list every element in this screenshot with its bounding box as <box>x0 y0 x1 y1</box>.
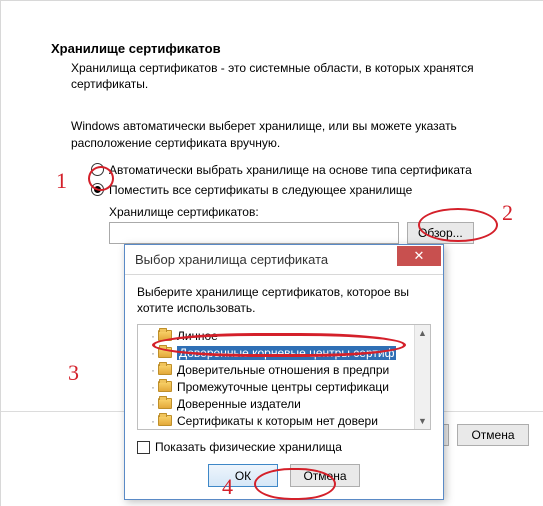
tree-item[interactable]: ·Доверенные корневые центры сертиф <box>144 344 414 361</box>
tree-item-label: Сертификаты к которым нет довери <box>177 414 378 428</box>
cancel-button[interactable]: Отмена <box>290 464 360 487</box>
store-field-row: Обзор... <box>51 222 493 244</box>
tree-item-label: Промежуточные центры сертификаци <box>177 380 389 394</box>
radio-manual-row[interactable]: Поместить все сертификаты в следующее хр… <box>91 183 493 197</box>
browse-button[interactable]: Обзор... <box>407 222 474 244</box>
radio-auto-label: Автоматически выбрать хранилище на основ… <box>109 163 472 177</box>
dialog-buttons: ОК Отмена <box>137 464 431 487</box>
store-field-label: Хранилище сертификатов: <box>51 205 493 219</box>
folder-icon <box>158 398 172 409</box>
tree-item[interactable]: ·Промежуточные центры сертификаци <box>144 378 414 395</box>
chevron-up-icon[interactable]: ▲ <box>416 325 430 341</box>
dialog-titlebar[interactable]: Выбор хранилища сертификата ✕ <box>125 245 443 275</box>
tree-item-label: Доверенные издатели <box>177 397 301 411</box>
show-physical-checkbox[interactable] <box>137 441 150 454</box>
show-physical-row[interactable]: Показать физические хранилища <box>137 440 431 454</box>
folder-icon <box>158 330 172 341</box>
tree-item[interactable]: ·Доверительные отношения в предпри <box>144 361 414 378</box>
tree-item-label: Доверительные отношения в предпри <box>177 363 389 377</box>
radio-auto[interactable] <box>91 163 104 176</box>
folder-icon <box>158 364 172 375</box>
close-icon[interactable]: ✕ <box>397 246 441 266</box>
folder-icon <box>158 415 172 426</box>
cancel-wizard-button[interactable]: Отмена <box>457 424 529 446</box>
tree-item[interactable]: ·Сертификаты к которым нет довери <box>144 412 414 429</box>
tree-items: ·Личное ·Доверенные корневые центры серт… <box>138 325 414 429</box>
wizard-description: Хранилища сертификатов - это системные о… <box>51 60 493 92</box>
show-physical-label: Показать физические хранилища <box>155 440 342 454</box>
radio-auto-row[interactable]: Автоматически выбрать хранилище на основ… <box>91 163 493 177</box>
store-selection-dialog: Выбор хранилища сертификата ✕ Выберите х… <box>124 244 444 500</box>
chevron-down-icon[interactable]: ▼ <box>416 413 430 429</box>
store-input[interactable] <box>109 222 399 244</box>
dialog-title: Выбор хранилища сертификата <box>135 252 397 267</box>
tree-item-label: Личное <box>177 329 218 343</box>
tree-item[interactable]: ·Личное <box>144 327 414 344</box>
wizard-content: Хранилище сертификатов Хранилища сертифи… <box>1 1 543 244</box>
folder-icon <box>158 347 172 358</box>
store-tree[interactable]: ·Личное ·Доверенные корневые центры серт… <box>137 324 431 430</box>
store-radio-group: Автоматически выбрать хранилище на основ… <box>51 163 493 197</box>
wizard-info-text: Windows автоматически выберет хранилище,… <box>51 118 493 150</box>
wizard-heading: Хранилище сертификатов <box>51 41 493 56</box>
ok-button[interactable]: ОК <box>208 464 278 487</box>
dialog-body: Выберите хранилище сертификатов, которое… <box>125 275 443 499</box>
dialog-text: Выберите хранилище сертификатов, которое… <box>137 285 431 316</box>
folder-icon <box>158 381 172 392</box>
tree-item[interactable]: ·Доверенные издатели <box>144 395 414 412</box>
tree-item-label: Доверенные корневые центры сертиф <box>177 346 396 360</box>
radio-manual-label: Поместить все сертификаты в следующее хр… <box>109 183 412 197</box>
radio-manual[interactable] <box>91 183 104 196</box>
scrollbar[interactable]: ▲ ▼ <box>414 325 430 429</box>
